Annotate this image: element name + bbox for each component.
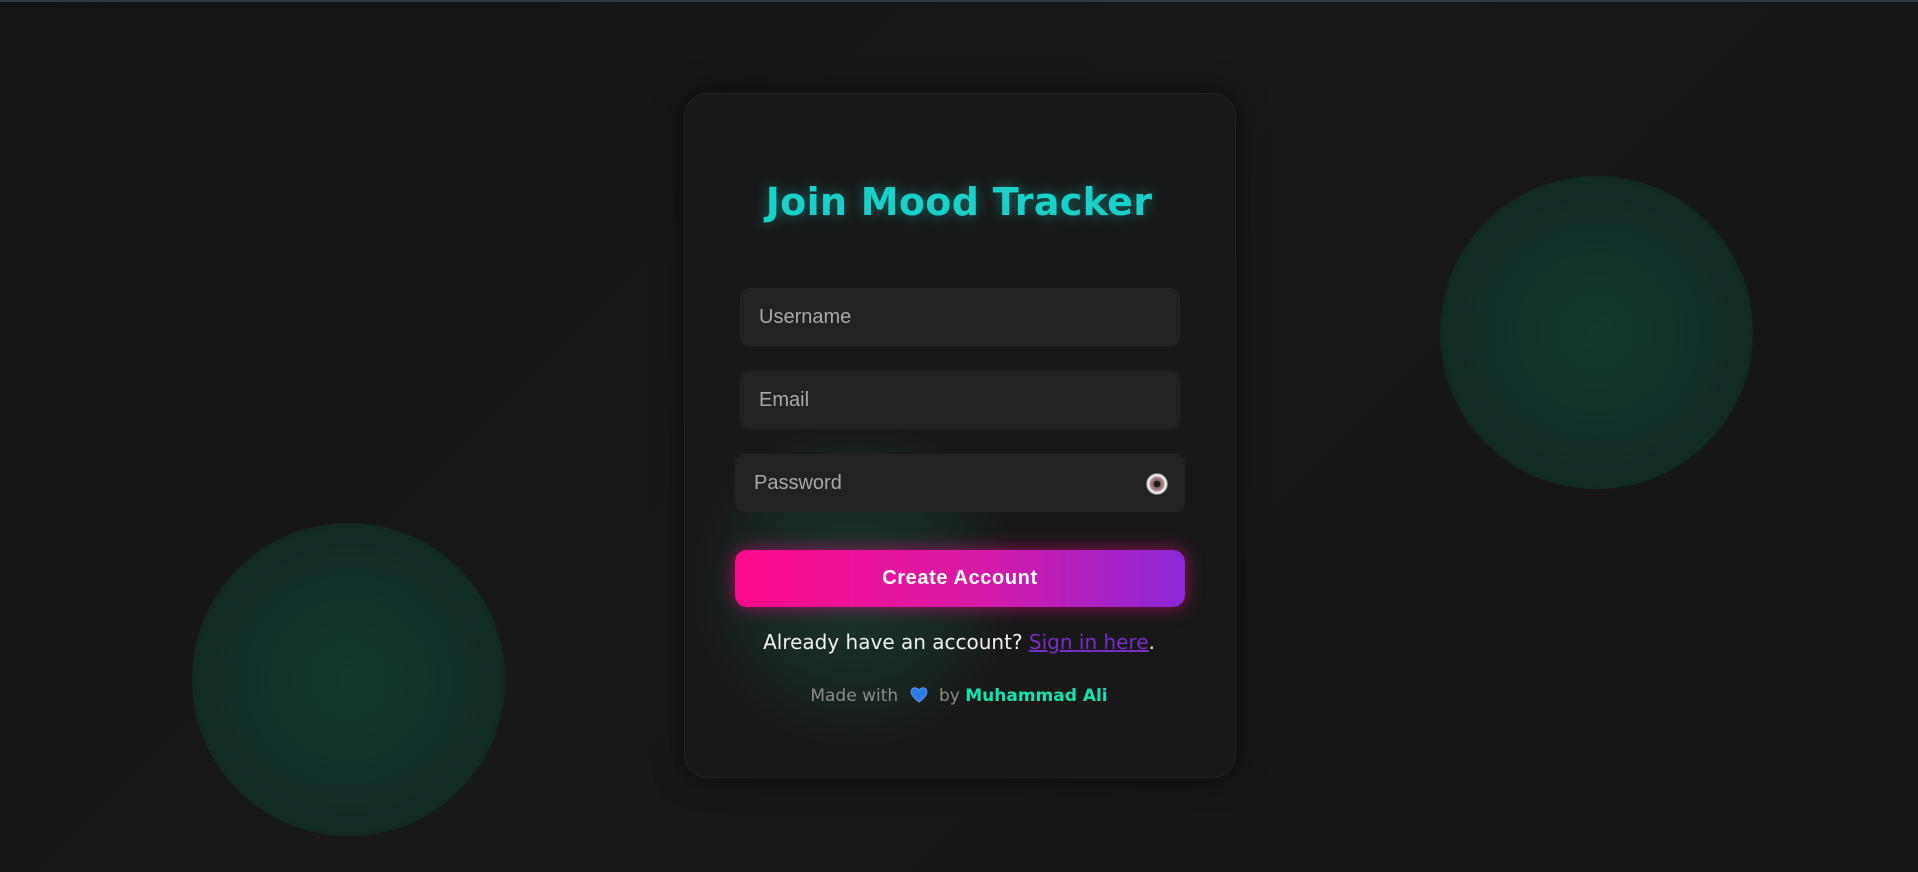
decorative-blob-left	[192, 523, 505, 836]
email-input[interactable]	[741, 372, 1179, 428]
top-border-line	[0, 0, 1918, 2]
signin-punctuation: .	[1148, 630, 1155, 654]
username-input[interactable]	[741, 289, 1179, 345]
username-field[interactable]	[740, 288, 1180, 346]
eye-icon[interactable]	[1146, 473, 1168, 495]
footer-credit: Made with by Muhammad Ali	[0, 686, 1918, 706]
signin-prompt-text: Already have an account?	[763, 630, 1023, 654]
create-account-button[interactable]: Create Account	[735, 550, 1185, 607]
page-title: Join Mood Tracker	[765, 180, 1153, 224]
password-field[interactable]	[735, 454, 1185, 512]
password-input[interactable]	[736, 455, 1184, 511]
create-account-label: Create Account	[882, 567, 1038, 589]
heart-icon	[910, 687, 927, 703]
by-text: by	[938, 686, 960, 706]
email-field[interactable]	[740, 371, 1180, 429]
signin-prompt: Already have an account? Sign in here.	[0, 630, 1918, 654]
signin-link[interactable]: Sign in here	[1029, 630, 1149, 654]
page-background: Join Mood Tracker Create Account Already…	[0, 0, 1918, 872]
made-with-text: Made with	[810, 686, 899, 706]
author-name: Muhammad Ali	[965, 686, 1108, 706]
